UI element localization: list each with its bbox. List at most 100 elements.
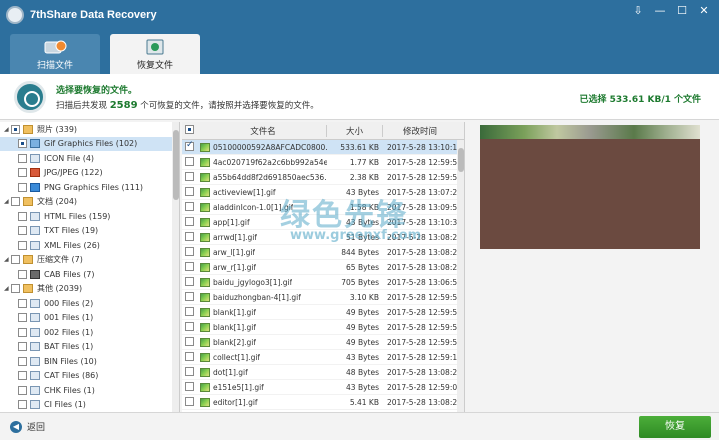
file-row[interactable]: app[1].gif 43 Bytes 2017-5-28 13:10:37 [182,215,464,230]
back-button[interactable]: ◀ 返回 [10,420,45,433]
tree-checkbox[interactable] [18,400,27,410]
expand-toggle-icon[interactable]: ◢ [4,126,11,133]
file-checkbox[interactable] [185,366,194,376]
file-checkbox[interactable] [185,291,194,301]
tree-item[interactable]: 002 Files (1) [0,325,179,340]
tree-item[interactable]: Gif Graphics Files (102) [0,136,179,151]
file-checkbox[interactable] [185,306,194,316]
file-row[interactable]: blank[1].gif 49 Bytes 2017-5-28 12:59:56 [182,305,464,320]
tree-item[interactable]: CAB Files (7) [0,267,179,282]
tree-item[interactable]: ICON File (4) [0,151,179,166]
column-name-header[interactable]: 文件名 [200,124,327,137]
file-checkbox[interactable] [185,261,194,271]
file-row[interactable]: blank[1].gif 49 Bytes 2017-5-28 12:59:56 [182,320,464,335]
scroll-thumb[interactable] [173,130,179,200]
file-row[interactable]: baiduzhongban-4[1].gif 3.10 KB 2017-5-28 1… [182,290,464,305]
header-select-all[interactable] [182,124,200,137]
tree-category[interactable]: ◢ 压缩文件 (7) [0,253,179,268]
tree-item[interactable]: PNG Graphics Files (111) [0,180,179,195]
tree-item[interactable]: HTML Files (159) [0,209,179,224]
tree-checkbox[interactable] [18,371,27,381]
tree-checkbox[interactable] [18,139,27,149]
file-row[interactable]: arrwd[1].gif 51 Bytes 2017-5-28 13:08:26 [182,230,464,245]
tree-checkbox[interactable] [18,298,27,308]
file-row[interactable]: arw_l[1].gif 844 Bytes 2017-5-28 13:08:26 [182,245,464,260]
file-checkbox[interactable] [185,186,194,196]
tree-checkbox[interactable] [18,342,27,352]
recover-button[interactable]: 恢复 [639,416,711,438]
expand-toggle-icon[interactable]: ◢ [4,285,11,292]
file-checkbox[interactable] [185,201,194,211]
file-row[interactable]: a55b64dd8f2d691850aec536... 2.38 KB 2017-5… [182,170,464,185]
tree-category[interactable]: ◢ 文档 (204) [0,195,179,210]
file-row-check-cell [182,216,200,228]
file-row[interactable]: blank[2].gif 49 Bytes 2017-5-28 12:59:56 [182,335,464,350]
file-checkbox[interactable] [185,231,194,241]
file-row[interactable]: 4ac020719f62a2c6bb992a54e... 1.77 KB 2017-… [182,155,464,170]
tree-item[interactable]: 000 Files (2) [0,296,179,311]
file-checkbox[interactable] [185,381,194,391]
download-icon[interactable]: ⇩ [629,4,647,18]
tree-checkbox[interactable] [18,385,27,395]
tree-checkbox[interactable] [11,255,20,265]
tree-item[interactable]: CAT Files (86) [0,369,179,384]
file-list-scrollbar[interactable] [457,140,464,412]
tree-checkbox[interactable] [11,197,20,207]
file-row[interactable]: aladdinIcon-1.0[1].gif 1.58 KB 2017-5-28 1… [182,200,464,215]
file-row[interactable]: baidu_jgylogo3[1].gif 705 Bytes 2017-5-28 … [182,275,464,290]
close-button[interactable]: ✕ [695,4,713,18]
tree-checkbox[interactable] [18,211,27,221]
tree-checkbox[interactable] [18,168,27,178]
file-checkbox[interactable] [185,321,194,331]
column-size-header[interactable]: 大小 [327,124,383,137]
tree-checkbox[interactable] [18,226,27,236]
file-name: collect[1].gif [213,352,261,362]
file-checkbox[interactable] [185,351,194,361]
file-row[interactable]: editor[1].gif 5.41 KB 2017-5-28 13:08:26 [182,395,464,410]
file-checkbox[interactable] [185,216,194,226]
tree-item[interactable]: BAT Files (1) [0,340,179,355]
maximize-button[interactable]: ☐ [673,4,691,18]
select-all-checkbox[interactable] [185,124,194,134]
file-checkbox[interactable] [185,276,194,286]
tree-item[interactable]: CI Files (1) [0,398,179,413]
tree-checkbox[interactable] [18,182,27,192]
tree-checkbox[interactable] [11,284,20,294]
tree-checkbox[interactable] [18,269,27,279]
file-row[interactable]: arw_r[1].gif 65 Bytes 2017-5-28 13:08:26 [182,260,464,275]
tree-item[interactable]: JPG/JPEG (122) [0,166,179,181]
file-type-icon [30,371,40,381]
file-row[interactable]: dot[1].gif 48 Bytes 2017-5-28 13:08:26 [182,365,464,380]
tree-checkbox[interactable] [11,124,20,134]
tree-category[interactable]: ◢ 其他 (2039) [0,282,179,297]
tree-checkbox[interactable] [18,240,27,250]
tree-checkbox[interactable] [18,313,27,323]
file-checkbox[interactable] [185,140,194,151]
tree-checkbox[interactable] [18,153,27,163]
tree-checkbox[interactable] [18,356,27,366]
file-checkbox[interactable] [185,171,194,181]
minimize-button[interactable]: — [651,4,669,18]
tree-scrollbar[interactable] [172,122,179,412]
file-checkbox[interactable] [185,156,194,166]
tree-item[interactable]: BIN Files (10) [0,354,179,369]
tree-item[interactable]: CHK Files (1) [0,383,179,398]
file-checkbox[interactable] [185,246,194,256]
tab-scan-files[interactable]: 扫描文件 [10,34,100,74]
tree-item[interactable]: TXT Files (19) [0,224,179,239]
file-row[interactable]: collect[1].gif 43 Bytes 2017-5-28 12:59:15 [182,350,464,365]
file-row[interactable]: 05100000592A8AFCADC0800... 533.61 KB 2017-… [182,140,464,155]
file-checkbox[interactable] [185,336,194,346]
tab-recover-files[interactable]: 恢复文件 [110,34,200,74]
scroll-thumb[interactable] [458,148,464,172]
tree-item[interactable]: 001 Files (1) [0,311,179,326]
tree-item[interactable]: XML Files (26) [0,238,179,253]
tree-checkbox[interactable] [18,327,27,337]
file-row[interactable]: e151e5[1].gif 43 Bytes 2017-5-28 12:59:00 [182,380,464,395]
column-date-header[interactable]: 修改时间 [383,125,457,137]
expand-toggle-icon[interactable]: ◢ [4,256,11,263]
tree-category[interactable]: ◢ 照片 (339) [0,122,179,137]
expand-toggle-icon[interactable]: ◢ [4,198,11,205]
file-checkbox[interactable] [185,396,194,406]
file-row[interactable]: activeview[1].gif 43 Bytes 2017-5-28 13:07… [182,185,464,200]
